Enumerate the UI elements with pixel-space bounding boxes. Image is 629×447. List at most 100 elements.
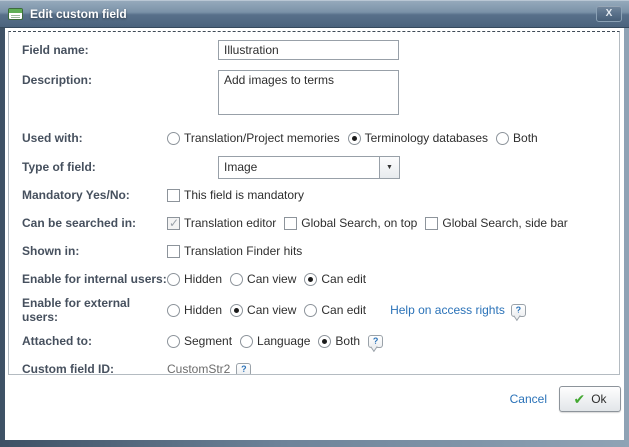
checkbox-label: Translation editor: [184, 216, 276, 230]
radio-external-can-edit[interactable]: Can edit: [304, 303, 366, 317]
radio-icon: [240, 335, 253, 348]
radio-icon: [230, 273, 243, 286]
form-icon: [8, 8, 23, 20]
internal-users-control: Hidden Can view Can edit: [167, 272, 619, 286]
internal-users-label: Enable for internal users:: [9, 272, 167, 286]
radio-used-with-memories[interactable]: Translation/Project memories: [167, 131, 340, 145]
mandatory-row: Mandatory Yes/No: This field is mandator…: [9, 184, 619, 206]
help-icon[interactable]: ?: [236, 363, 251, 376]
type-of-field-control: Image ▼: [167, 156, 619, 179]
radio-label: Hidden: [184, 272, 222, 286]
radio-used-with-terminology[interactable]: Terminology databases: [348, 131, 488, 145]
radio-label: Can edit: [321, 303, 366, 317]
custom-field-id-row: Custom field ID: CustomStr2 ?: [9, 358, 619, 375]
description-label: Description:: [9, 70, 167, 87]
used-with-label: Used with:: [9, 131, 167, 145]
radio-internal-can-view[interactable]: Can view: [230, 272, 296, 286]
ok-button-label: Ok: [591, 392, 606, 406]
type-of-field-dropdown[interactable]: Image ▼: [218, 156, 400, 179]
attached-to-row: Attached to: Segment Language Both ?: [9, 330, 619, 352]
checkbox-global-search-sidebar[interactable]: Global Search, side bar: [425, 216, 567, 230]
field-name-input[interactable]: [218, 40, 399, 60]
checkbox-translation-editor[interactable]: Translation editor: [167, 216, 276, 230]
radio-selected-icon: [304, 273, 317, 286]
custom-field-id-value: CustomStr2: [167, 362, 230, 375]
radio-selected-icon: [230, 304, 243, 317]
checkbox-translation-finder-hits[interactable]: Translation Finder hits: [167, 244, 302, 258]
radio-selected-icon: [318, 335, 331, 348]
close-button[interactable]: X: [596, 5, 622, 22]
radio-attached-both[interactable]: Both: [318, 334, 360, 348]
field-name-control: [167, 40, 619, 60]
description-control: Add images to terms: [167, 70, 619, 115]
radio-icon: [496, 132, 509, 145]
checkbox-icon: [425, 217, 438, 230]
dialog-titlebar[interactable]: Edit custom field X: [0, 0, 629, 28]
radio-label: Both: [513, 131, 538, 145]
form-panel: Field name: Description: Add images to t…: [8, 31, 620, 375]
radio-internal-can-edit[interactable]: Can edit: [304, 272, 366, 286]
checkbox-label: Global Search, side bar: [442, 216, 567, 230]
radio-label: Translation/Project memories: [184, 131, 340, 145]
mandatory-control: This field is mandatory: [167, 188, 619, 202]
checkbox-icon: [284, 217, 297, 230]
checkbox-label: Global Search, on top: [301, 216, 417, 230]
internal-users-row: Enable for internal users: Hidden Can vi…: [9, 268, 619, 290]
checkmark-icon: ✔: [573, 392, 585, 406]
help-icon[interactable]: ?: [511, 304, 526, 317]
dialog-title: Edit custom field: [30, 7, 127, 21]
attached-to-label: Attached to:: [9, 334, 167, 348]
radio-icon: [167, 273, 180, 286]
checkbox-icon: [167, 245, 180, 258]
radio-attached-segment[interactable]: Segment: [167, 334, 232, 348]
external-users-control: Hidden Can view Can edit Help on access …: [167, 303, 619, 317]
radio-selected-icon: [348, 132, 361, 145]
description-input[interactable]: Add images to terms: [218, 70, 399, 115]
radio-label: Hidden: [184, 303, 222, 317]
external-users-row: Enable for external users: Hidden Can vi…: [9, 296, 619, 324]
mandatory-label: Mandatory Yes/No:: [9, 188, 167, 202]
used-with-control: Translation/Project memories Terminology…: [167, 131, 619, 145]
checkbox-checked-icon: [167, 217, 180, 230]
radio-used-with-both[interactable]: Both: [496, 131, 538, 145]
ok-button[interactable]: ✔ Ok: [559, 386, 621, 412]
radio-label: Can edit: [321, 272, 366, 286]
edit-custom-field-dialog: Edit custom field X Field name: Descript…: [0, 0, 629, 447]
shown-in-row: Shown in: Translation Finder hits: [9, 240, 619, 262]
radio-icon: [167, 304, 180, 317]
searched-in-control: Translation editor Global Search, on top…: [167, 216, 619, 230]
checkbox-mandatory[interactable]: This field is mandatory: [167, 188, 304, 202]
type-of-field-row: Type of field: Image ▼: [9, 155, 619, 179]
custom-field-id-control: CustomStr2 ?: [167, 362, 619, 375]
custom-field-id-label: Custom field ID:: [9, 362, 167, 375]
dialog-footer: Cancel ✔ Ok: [510, 386, 621, 412]
radio-label: Terminology databases: [365, 131, 488, 145]
external-users-label: Enable for external users:: [9, 296, 167, 324]
chevron-down-icon[interactable]: ▼: [379, 157, 399, 178]
radio-label: Segment: [184, 334, 232, 348]
radio-icon: [167, 132, 180, 145]
attached-to-control: Segment Language Both ?: [167, 334, 619, 348]
radio-label: Can view: [247, 272, 296, 286]
help-icon[interactable]: ?: [368, 335, 383, 348]
checkbox-global-search-top[interactable]: Global Search, on top: [284, 216, 417, 230]
radio-label: Both: [335, 334, 360, 348]
checkbox-label: This field is mandatory: [184, 188, 304, 202]
radio-external-can-view[interactable]: Can view: [230, 303, 296, 317]
searched-in-row: Can be searched in: Translation editor G…: [9, 212, 619, 234]
cancel-link[interactable]: Cancel: [510, 392, 547, 406]
dialog-body: Field name: Description: Add images to t…: [5, 28, 624, 440]
radio-internal-hidden[interactable]: Hidden: [167, 272, 222, 286]
dropdown-value: Image: [219, 157, 379, 178]
radio-icon: [167, 335, 180, 348]
searched-in-label: Can be searched in:: [9, 216, 167, 230]
help-on-access-rights-link[interactable]: Help on access rights: [390, 303, 505, 317]
radio-external-hidden[interactable]: Hidden: [167, 303, 222, 317]
checkbox-label: Translation Finder hits: [184, 244, 302, 258]
radio-label: Language: [257, 334, 310, 348]
radio-label: Can view: [247, 303, 296, 317]
type-of-field-label: Type of field:: [9, 160, 167, 174]
radio-attached-language[interactable]: Language: [240, 334, 310, 348]
field-name-label: Field name:: [9, 43, 167, 57]
used-with-row: Used with: Translation/Project memories …: [9, 127, 619, 149]
